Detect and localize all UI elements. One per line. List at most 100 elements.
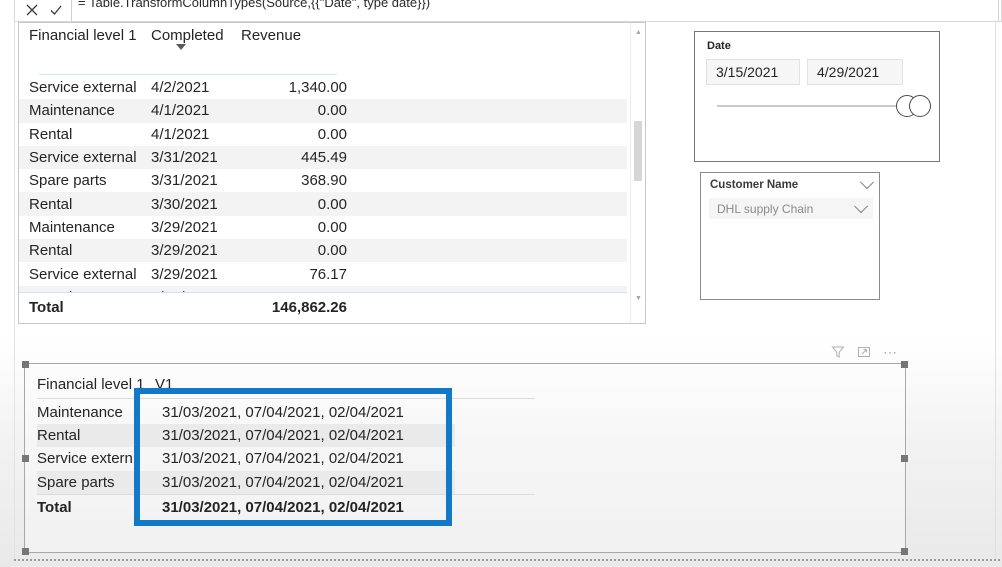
table-row[interactable]: Maintenance 3/29/2021 0.00 xyxy=(19,216,627,239)
table-cell: 3/31/2021 xyxy=(151,149,218,167)
table-cell: 31/03/2021, 07/04/2021, 02/04/2021 xyxy=(162,450,404,468)
top-table-scrollbar[interactable]: ▲ ▼ xyxy=(630,23,645,323)
column-header-financial-level[interactable]: Financial level 1 xyxy=(37,376,155,393)
table-cell: 0.00 xyxy=(317,242,347,260)
table-cell: Service extern xyxy=(37,450,133,468)
bottom-table-header-row: Financial level 1 V1 xyxy=(37,370,557,398)
check-icon[interactable] xyxy=(49,3,63,17)
table-row[interactable]: Maintenance 31/03/2021, 07/04/2021, 02/04… xyxy=(37,401,557,424)
date-slicer-title: Date xyxy=(707,40,731,52)
bottom-visual-toolbar: ⋯ xyxy=(24,345,906,359)
table-row[interactable]: Service external 3/31/2021 445.49 xyxy=(19,145,627,170)
table-cell: 3/29/2021 xyxy=(151,218,218,236)
more-options-icon[interactable]: ⋯ xyxy=(883,345,898,359)
table-cell: Service external xyxy=(29,149,137,167)
column-header-label: V1 xyxy=(155,375,174,393)
table-cell: Service external xyxy=(29,265,137,283)
date-slider-handle-end[interactable] xyxy=(909,95,931,117)
table-row[interactable]: Maintenance 4/1/2021 0.00 xyxy=(19,99,627,123)
bottom-table-total-row: Total 31/03/2021, 07/04/2021, 02/04/2021 xyxy=(37,495,557,521)
date-slicer[interactable]: Date 3/15/2021 4/29/2021 xyxy=(694,31,940,162)
table-cell: Maintenance xyxy=(29,102,115,120)
table-cell: Spare parts xyxy=(29,172,107,190)
date-to-input[interactable]: 4/29/2021 xyxy=(807,59,903,85)
resize-handle-middle-right[interactable] xyxy=(901,455,908,462)
table-row[interactable]: Service external 4/2/2021 1,340.00 xyxy=(19,76,627,99)
table-row[interactable]: Rental 3/30/2021 0.00 xyxy=(19,192,627,216)
table-cell: 3/30/2021 xyxy=(151,195,218,213)
table-cell: 3/29/2021 xyxy=(151,242,218,260)
header-divider xyxy=(37,398,535,399)
chevron-down-icon[interactable] xyxy=(859,175,875,190)
customer-name-slicer[interactable]: Customer Name DHL supply Chain xyxy=(700,172,880,300)
scrollbar-thumb[interactable] xyxy=(634,121,642,181)
customer-slicer-title: Customer Name xyxy=(710,179,799,191)
top-table-total-row: Total 146,862.26 xyxy=(19,292,627,321)
table-cell: Rental xyxy=(29,125,73,143)
resize-handle-middle-left[interactable] xyxy=(22,455,29,462)
table-row[interactable]: Rental 31/03/2021, 07/04/2021, 02/04/2021 xyxy=(37,424,557,448)
page-border-bottom xyxy=(14,559,1002,561)
bottom-table-visual[interactable]: Financial level 1 V1 Maintenance 31/03/20… xyxy=(22,361,908,555)
column-header-completed[interactable]: Completed xyxy=(151,27,241,50)
resize-handle-top-left[interactable] xyxy=(22,361,29,368)
table-cell: 4/1/2021 xyxy=(151,125,210,143)
total-value: 146,862.26 xyxy=(271,298,347,316)
top-table-header-row: Financial level 1 Completed Revenue xyxy=(19,23,627,57)
table-cell: 1,340.00 xyxy=(288,79,347,97)
table-cell: 4/2/2021 xyxy=(151,79,210,97)
filter-funnel-icon[interactable] xyxy=(831,345,845,359)
scroll-down-icon[interactable]: ▼ xyxy=(631,291,646,305)
column-header-revenue[interactable]: Revenue xyxy=(241,27,333,44)
sort-descending-icon xyxy=(176,44,186,50)
customer-slicer-dropdown[interactable]: DHL supply Chain xyxy=(709,198,873,219)
page-border-left xyxy=(14,22,15,561)
table-cell: Maintenance xyxy=(29,218,115,236)
customer-slicer-header[interactable]: Customer Name xyxy=(710,175,875,191)
date-slider-track[interactable] xyxy=(717,105,914,107)
table-cell: 368.90 xyxy=(301,172,347,190)
customer-slicer-selected-value: DHL supply Chain xyxy=(717,201,814,216)
table-cell: 0.00 xyxy=(317,195,347,213)
formula-text: = Table.TransformColumnTypes(Source,{{"D… xyxy=(78,0,431,10)
header-divider xyxy=(39,74,337,75)
focus-mode-icon[interactable] xyxy=(857,345,871,359)
table-row[interactable]: Service external 3/29/2021 76.17 xyxy=(19,262,627,285)
column-header-financial-level[interactable]: Financial level 1 xyxy=(19,27,151,44)
table-row[interactable]: Spare parts 31/03/2021, 07/04/2021, 02/04… xyxy=(37,470,557,494)
page-border-right xyxy=(995,22,996,561)
formula-input[interactable]: = Table.TransformColumnTypes(Source,{{"D… xyxy=(71,0,999,21)
top-table-visual[interactable]: Financial level 1 Completed Revenue Serv… xyxy=(18,22,646,324)
column-header-label: Financial level 1 xyxy=(29,27,137,44)
column-header-label: Revenue xyxy=(241,27,302,44)
table-cell: Rental xyxy=(37,424,155,448)
table-row[interactable]: Rental 4/1/2021 0.00 xyxy=(19,123,627,146)
scroll-up-icon[interactable]: ▲ xyxy=(631,25,646,39)
formula-bar: = Table.TransformColumnTypes(Source,{{"D… xyxy=(14,0,1002,22)
table-cell: 31/03/2021, 07/04/2021, 02/04/2021 xyxy=(162,404,404,422)
close-icon[interactable] xyxy=(25,3,39,17)
formula-bar-actions xyxy=(15,0,69,21)
resize-handle-top-right[interactable] xyxy=(901,361,908,368)
table-cell: 0.00 xyxy=(317,218,347,236)
table-cell: 3/29/2021 xyxy=(151,265,218,283)
bottom-table-rows: Maintenance 31/03/2021, 07/04/2021, 02/04… xyxy=(37,401,557,494)
table-cell: 0.00 xyxy=(317,102,347,120)
chevron-down-icon[interactable] xyxy=(853,198,869,213)
table-row[interactable]: Rental 3/29/2021 0.00 xyxy=(19,239,627,263)
resize-handle-bottom-left[interactable] xyxy=(22,548,29,555)
table-cell: Rental xyxy=(29,195,73,213)
top-table-rows: Service external 4/2/2021 1,340.00 Maintena… xyxy=(19,76,627,308)
table-row[interactable]: Spare parts 3/31/2021 368.90 xyxy=(19,169,627,192)
table-cell: 31/03/2021, 07/04/2021, 02/04/2021 xyxy=(155,424,455,448)
table-row[interactable]: Service extern 31/03/2021, 07/04/2021, 02… xyxy=(37,447,557,470)
column-header-v1[interactable]: V1 xyxy=(155,376,455,393)
table-cell: 445.49 xyxy=(301,149,347,167)
date-from-input[interactable]: 3/15/2021 xyxy=(706,59,800,85)
resize-handle-bottom-right[interactable] xyxy=(901,548,908,555)
column-header-label: Financial level 1 xyxy=(37,375,145,393)
table-cell: 31/03/2021, 07/04/2021, 02/04/2021 xyxy=(155,470,455,494)
table-cell: 4/1/2021 xyxy=(151,102,210,120)
table-cell: 0.00 xyxy=(317,125,347,143)
total-label: Total xyxy=(37,499,72,517)
